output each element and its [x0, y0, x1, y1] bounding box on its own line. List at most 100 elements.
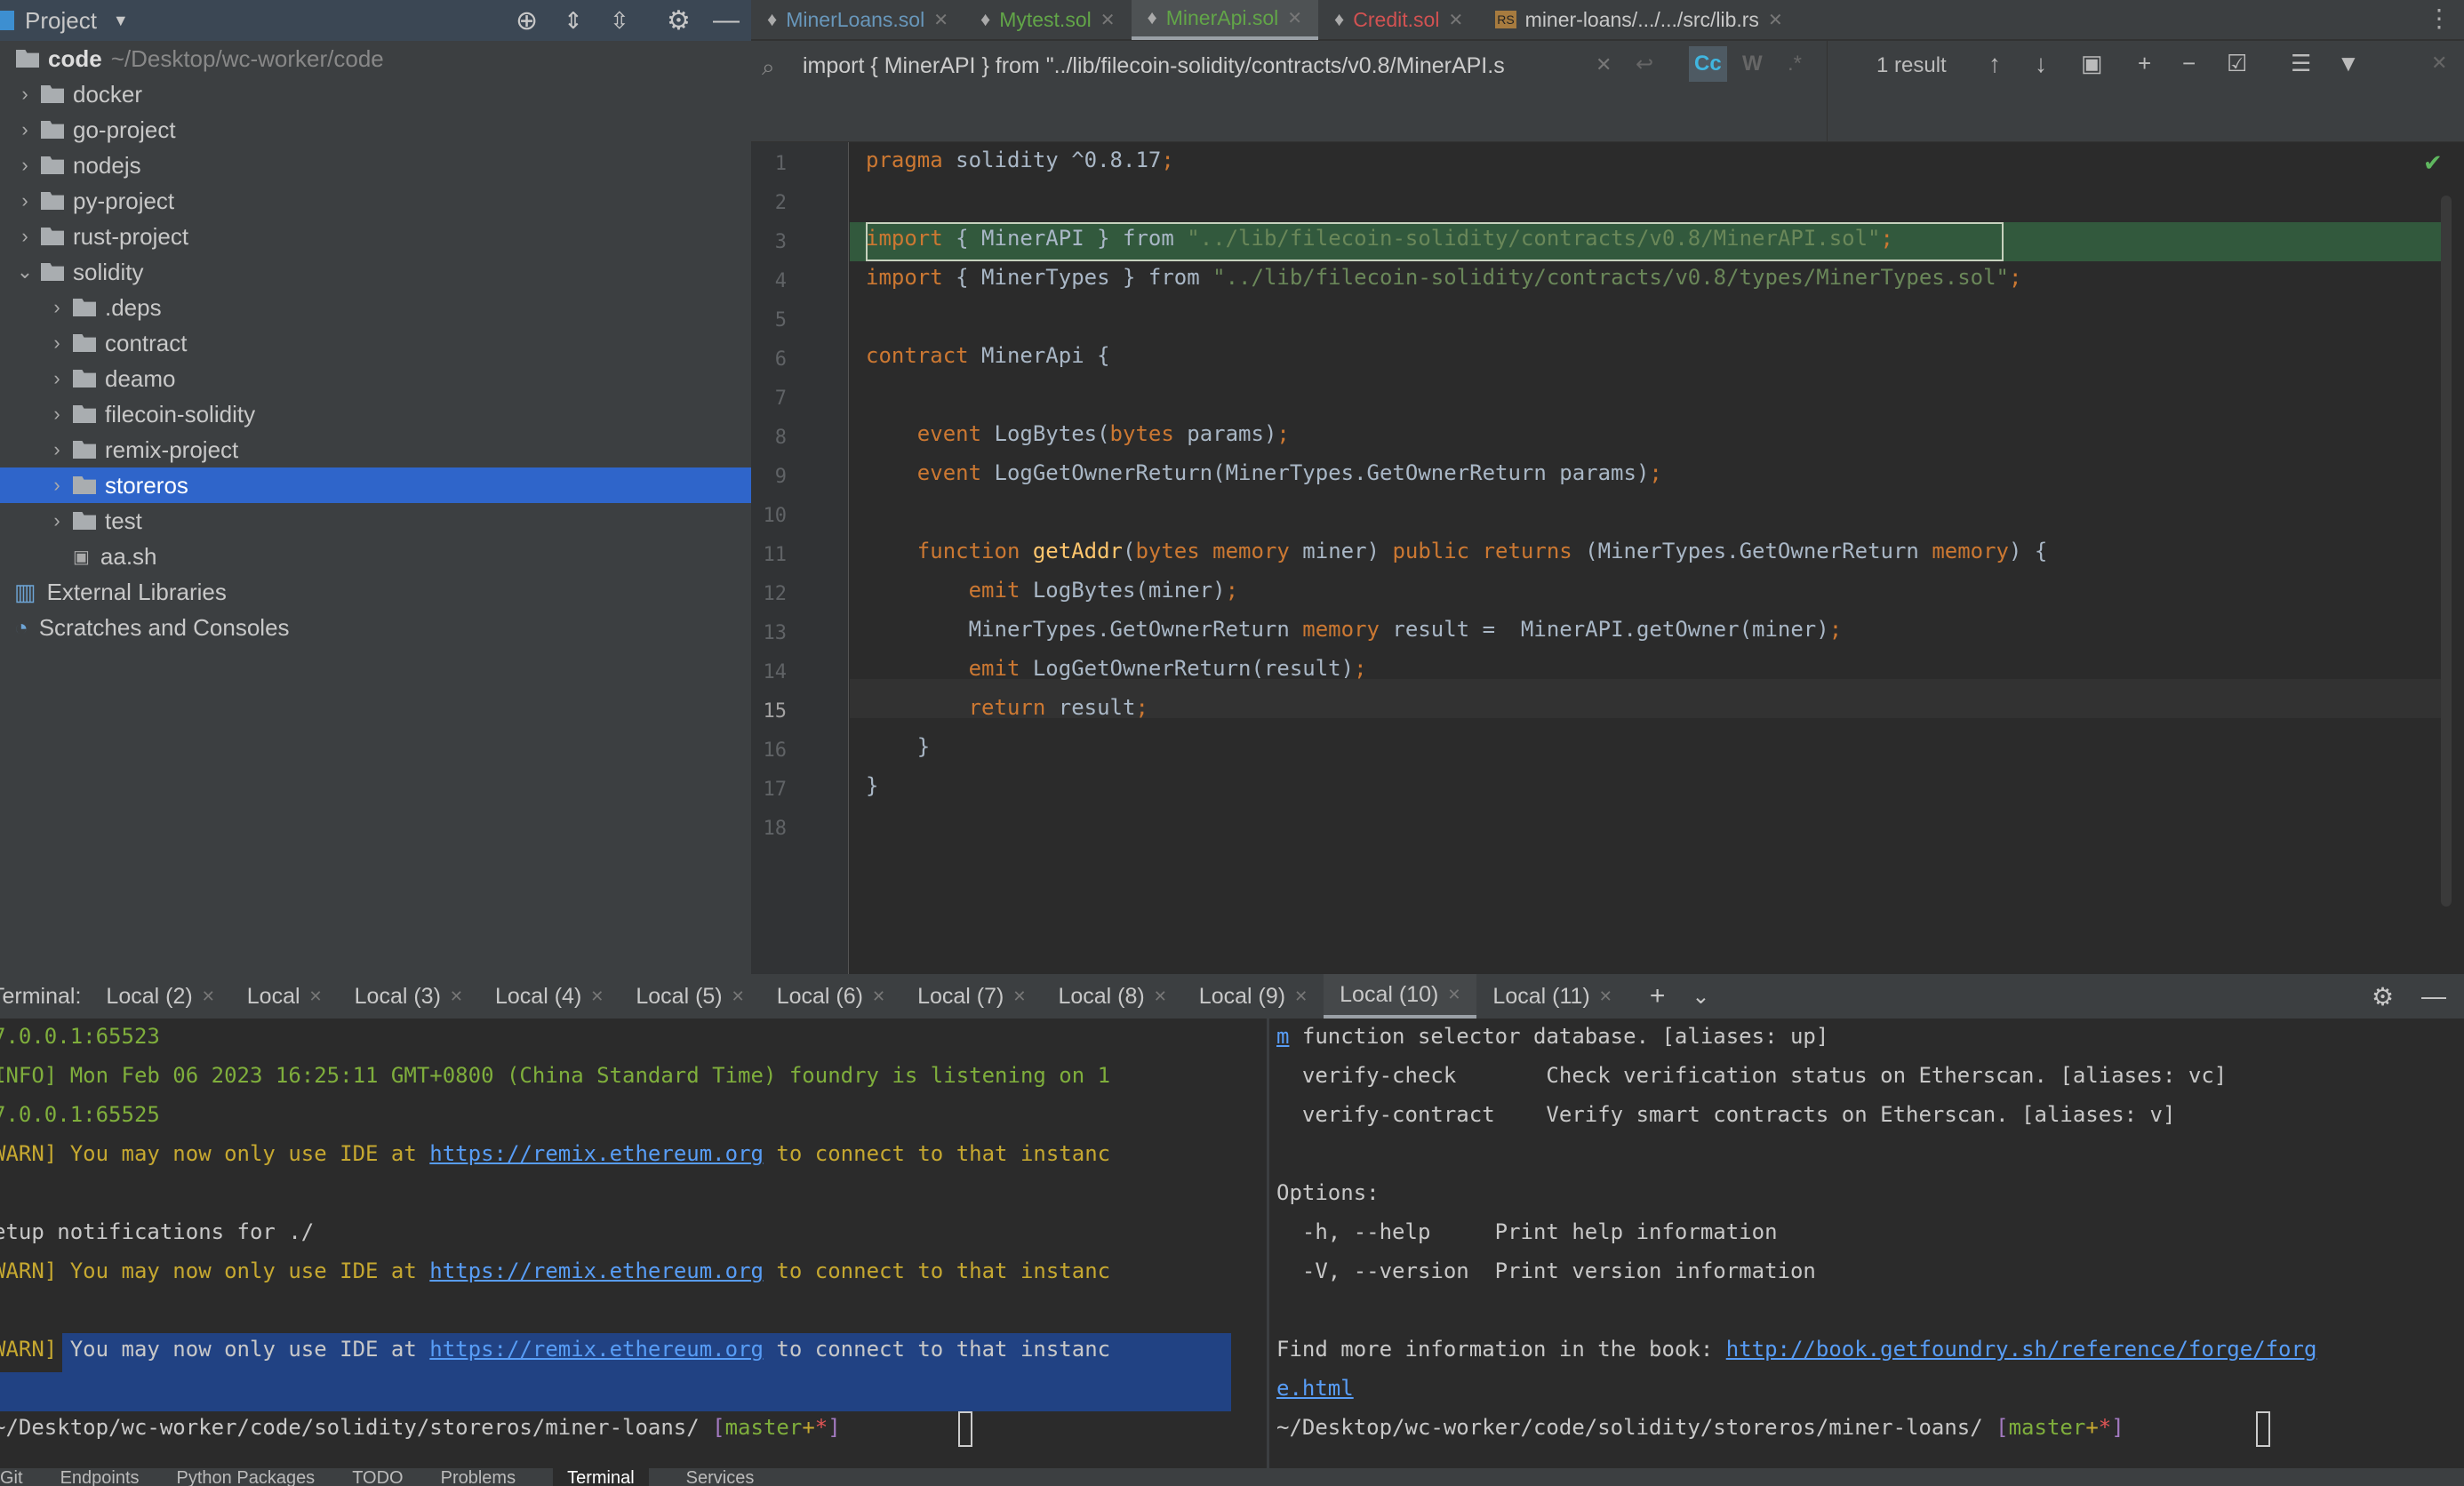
- expand-all-icon[interactable]: ⇕: [564, 7, 583, 35]
- code-line[interactable]: import { MinerTypes } from "../lib/filec…: [866, 265, 2021, 290]
- close-tab-icon[interactable]: ✕: [1768, 9, 1783, 31]
- close-tab-icon[interactable]: ✕: [1448, 9, 1463, 31]
- add-selection-icon[interactable]: +: [2138, 50, 2151, 77]
- code-line[interactable]: emit LogGetOwnerReturn(result);: [866, 656, 1367, 681]
- close-icon[interactable]: ✕: [2431, 52, 2447, 75]
- chevron-down-icon[interactable]: ⌄: [16, 260, 34, 284]
- filter-icon[interactable]: ▼: [2337, 50, 2360, 77]
- chevron-right-icon[interactable]: ›: [16, 189, 34, 212]
- editor-tab[interactable]: ♦ MinerLoans.sol ✕: [751, 0, 964, 40]
- filter-options-icon[interactable]: ☰: [2291, 50, 2311, 77]
- close-tab-icon[interactable]: ✕: [1599, 987, 1612, 1006]
- tool-window-terminal[interactable]: Terminal: [553, 1468, 649, 1486]
- editor-tab[interactable]: RS miner-loans/.../.../src/lib.rs ✕: [1479, 0, 1799, 40]
- close-tab-icon[interactable]: ✕: [202, 987, 215, 1006]
- tool-window-todo[interactable]: TODO: [352, 1468, 403, 1486]
- terminal-tab[interactable]: Local (5) ✕: [620, 974, 760, 1019]
- terminal-tab[interactable]: Local (6) ✕: [761, 974, 901, 1019]
- code-line[interactable]: pragma solidity ^0.8.17;: [866, 148, 1174, 172]
- chevron-right-icon[interactable]: ›: [48, 474, 66, 497]
- chevron-right-icon[interactable]: ›: [16, 118, 34, 141]
- close-tab-icon[interactable]: ✕: [872, 987, 885, 1006]
- editor-tab[interactable]: ♦ Mytest.sol ✕: [964, 0, 1132, 40]
- close-tab-icon[interactable]: ✕: [309, 987, 323, 1006]
- close-tab-icon[interactable]: ✕: [1012, 987, 1026, 1006]
- terminal-tab[interactable]: Local (7) ✕: [901, 974, 1042, 1019]
- tool-window-git[interactable]: Git: [0, 1468, 23, 1486]
- tree-item[interactable]: › .deps: [0, 290, 751, 325]
- tree-root[interactable]: code ~/Desktop/wc-worker/code: [0, 41, 751, 76]
- code-line[interactable]: contract MinerApi {: [866, 343, 1110, 368]
- terminal-split-divider[interactable]: [1267, 1019, 1269, 1468]
- close-tab-icon[interactable]: ✕: [1294, 987, 1308, 1006]
- code-line[interactable]: MinerTypes.GetOwnerReturn memory result …: [866, 617, 1843, 642]
- chevron-right-icon[interactable]: ›: [48, 509, 66, 532]
- select-all-occurrences-icon[interactable]: ☑: [2227, 50, 2247, 77]
- code-line[interactable]: import { MinerAPI } from "../lib/filecoi…: [866, 226, 1893, 251]
- clear-icon[interactable]: ✕: [1596, 53, 1612, 76]
- hide-icon[interactable]: —: [713, 5, 740, 36]
- editor-tab[interactable]: ♦ MinerApi.sol ✕: [1131, 0, 1319, 40]
- tree-item[interactable]: › py-project: [0, 183, 751, 219]
- terminal-link[interactable]: https://remix.ethereum.org: [429, 1337, 764, 1362]
- terminal-tab[interactable]: Local (11) ✕: [1476, 974, 1628, 1019]
- terminal-tab[interactable]: Local (2) ✕: [90, 974, 230, 1019]
- tree-item[interactable]: › remix-project: [0, 432, 751, 467]
- regex-toggle[interactable]: .*: [1788, 52, 1802, 76]
- chevron-right-icon[interactable]: ›: [48, 296, 66, 319]
- code-line[interactable]: function getAddr(bytes memory miner) pub…: [866, 539, 2048, 563]
- chevron-right-icon[interactable]: ›: [48, 438, 66, 461]
- words-toggle[interactable]: W: [1742, 52, 1763, 76]
- collapse-all-icon[interactable]: ⇳: [610, 7, 629, 35]
- terminal-link[interactable]: https://remix.ethereum.org: [429, 1141, 764, 1166]
- tree-item[interactable]: › nodejs: [0, 148, 751, 183]
- chevron-down-icon[interactable]: ▼: [113, 12, 129, 30]
- chevron-right-icon[interactable]: ›: [48, 367, 66, 390]
- close-tab-icon[interactable]: ✕: [450, 987, 463, 1006]
- close-tab-icon[interactable]: ✕: [590, 987, 604, 1006]
- tree-item[interactable]: › filecoin-solidity: [0, 396, 751, 432]
- chevron-down-icon[interactable]: ⌄: [1692, 984, 1709, 1010]
- tree-item[interactable]: › rust-project: [0, 219, 751, 254]
- terminal-tab[interactable]: Local (4) ✕: [479, 974, 620, 1019]
- tree-item[interactable]: › contract: [0, 325, 751, 361]
- tree-item[interactable]: › deamo: [0, 361, 751, 396]
- code-line[interactable]: }: [866, 773, 878, 798]
- tree-item[interactable]: › docker: [0, 76, 751, 112]
- chevron-right-icon[interactable]: ›: [16, 83, 34, 106]
- close-tab-icon[interactable]: ✕: [1447, 986, 1460, 1004]
- new-tab-icon[interactable]: +: [1650, 981, 1666, 1011]
- terminal-tab[interactable]: Local (8) ✕: [1042, 974, 1182, 1019]
- tree-item[interactable]: ▣ aa.sh: [0, 539, 751, 574]
- gear-icon[interactable]: ⚙: [667, 5, 691, 36]
- close-tab-icon[interactable]: ✕: [1154, 987, 1167, 1006]
- terminal-link[interactable]: http://book.getfoundry.sh/reference/forg…: [1726, 1337, 2317, 1362]
- tool-window-problems[interactable]: Problems: [441, 1468, 516, 1486]
- gear-icon[interactable]: ⚙: [2372, 982, 2394, 1011]
- close-tab-icon[interactable]: ✕: [732, 987, 745, 1006]
- code-line[interactable]: event LogGetOwnerReturn(MinerTypes.GetOw…: [866, 460, 1662, 485]
- terminal-link[interactable]: e.html: [1276, 1376, 1354, 1401]
- terminal-link[interactable]: m: [1276, 1024, 1289, 1049]
- previous-occurrence-icon[interactable]: ↑: [1988, 50, 2001, 78]
- tree-item[interactable]: ◔ Scratches and Consoles: [0, 610, 751, 645]
- close-tab-icon[interactable]: ✕: [1287, 7, 1302, 29]
- code-line[interactable]: return result;: [866, 695, 1148, 720]
- tool-window-services[interactable]: Services: [686, 1468, 755, 1486]
- code-line[interactable]: }: [866, 734, 930, 759]
- tree-item[interactable]: › go-project: [0, 112, 751, 148]
- match-case-toggle[interactable]: Cc: [1689, 46, 1727, 82]
- more-icon[interactable]: ⋮: [2427, 4, 2452, 33]
- editor-tab[interactable]: ♦ Credit.sol ✕: [1318, 0, 1479, 40]
- tool-window-python-packages[interactable]: Python Packages: [177, 1468, 316, 1486]
- close-tab-icon[interactable]: ✕: [1100, 9, 1116, 31]
- tree-item[interactable]: ⌄ solidity: [0, 254, 751, 290]
- tool-window-endpoints[interactable]: Endpoints: [60, 1468, 140, 1486]
- terminal-tab[interactable]: Local (10) ✕: [1324, 974, 1477, 1019]
- chevron-right-icon[interactable]: ›: [16, 154, 34, 177]
- tree-item[interactable]: › storeros: [0, 467, 751, 503]
- terminal-tab[interactable]: Local (9) ✕: [1183, 974, 1324, 1019]
- select-all-icon[interactable]: ▣: [2081, 50, 2103, 77]
- code-line[interactable]: emit LogBytes(miner);: [866, 578, 1238, 603]
- editor-scrollbar[interactable]: [2441, 196, 2452, 907]
